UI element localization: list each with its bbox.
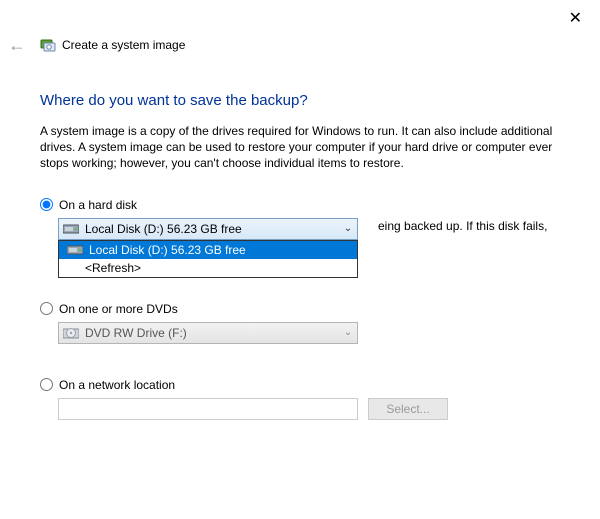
hard-drive-icon [63, 223, 79, 235]
option-network: On a network location Select... [40, 378, 560, 420]
content-area: Where do you want to save the backup? A … [40, 80, 560, 440]
hard-drive-icon [67, 244, 83, 256]
radio-dvd[interactable] [40, 302, 53, 315]
dvd-drive-icon [63, 325, 79, 341]
label-dvd: On one or more DVDs [59, 302, 178, 316]
chevron-down-icon: ⌄ [339, 223, 357, 234]
page-heading: Where do you want to save the backup? [40, 92, 560, 109]
hard-disk-dropdown-list: Local Disk (D:) 56.23 GB free <Refresh> [58, 240, 358, 278]
header-bar: ← Create a system image [8, 36, 592, 54]
radio-hard-disk[interactable] [40, 198, 53, 211]
select-button: Select... [368, 398, 448, 420]
dropdown-item-label: Local Disk (D:) 56.23 GB free [89, 243, 246, 257]
label-network: On a network location [59, 378, 175, 392]
system-image-icon [40, 37, 56, 53]
dvd-dropdown[interactable]: DVD RW Drive (F:) ⌄ [58, 322, 358, 344]
hard-disk-dropdown[interactable]: Local Disk (D:) 56.23 GB free ⌄ Local Di… [58, 218, 358, 240]
option-hard-disk: On a hard disk Local Disk (D:) 56.23 GB … [40, 198, 560, 240]
label-hard-disk: On a hard disk [59, 198, 137, 212]
wizard-title: Create a system image [62, 38, 185, 52]
chevron-down-icon: ⌄ [339, 327, 357, 338]
hard-disk-warning-text: eing backed up. If this disk fails, [378, 218, 588, 234]
dropdown-refresh-label: <Refresh> [85, 261, 141, 275]
dropdown-item-refresh[interactable]: <Refresh> [59, 259, 357, 277]
dvd-selected-text: DVD RW Drive (F:) [85, 326, 339, 340]
radio-network[interactable] [40, 378, 53, 391]
option-dvd: On one or more DVDs DVD RW Drive (F:) ⌄ [40, 302, 560, 344]
page-description: A system image is a copy of the drives r… [40, 123, 560, 172]
close-button[interactable]: ✕ [561, 4, 590, 32]
hard-disk-selected-text: Local Disk (D:) 56.23 GB free [85, 222, 339, 236]
back-arrow-icon[interactable]: ← [8, 36, 26, 54]
dropdown-item-local-disk[interactable]: Local Disk (D:) 56.23 GB free [59, 241, 357, 259]
network-path-input[interactable] [58, 398, 358, 420]
